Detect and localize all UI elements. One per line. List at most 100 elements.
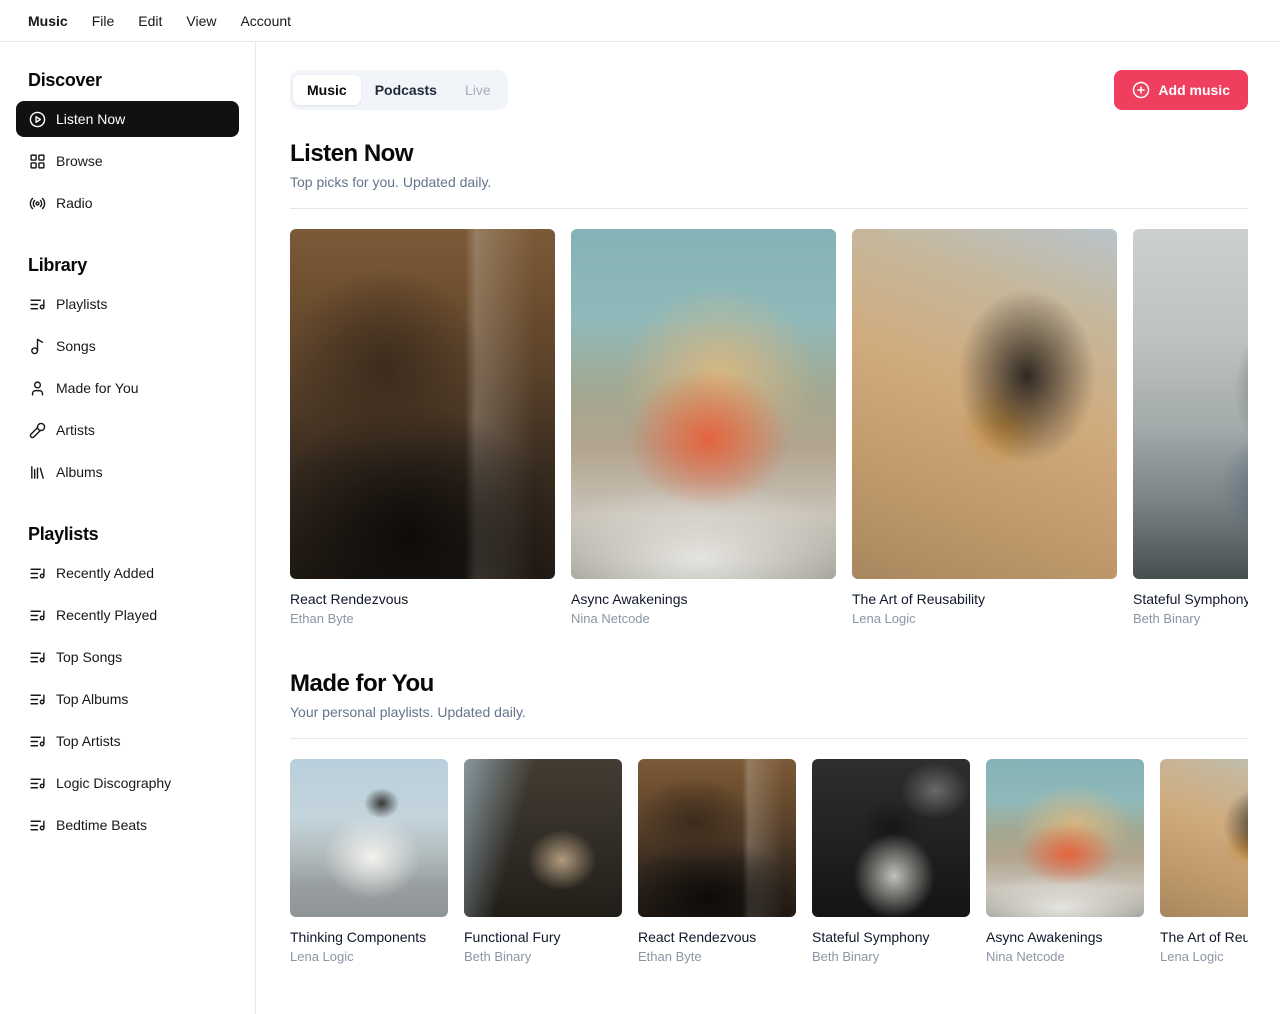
album-cover-the-art-of-reusability[interactable] — [852, 229, 1117, 579]
add-music-label: Add music — [1158, 82, 1230, 98]
album-title: The Art of Reusability — [1160, 929, 1248, 945]
circle-plus-icon — [1132, 81, 1150, 99]
layout-grid-icon — [29, 153, 46, 170]
sidebar-item-label: Top Songs — [56, 649, 122, 665]
menu-item-music[interactable]: Music — [16, 7, 80, 35]
album-cover-react-rendezvous[interactable] — [638, 759, 796, 917]
section-title-made-for-you: Made for You — [290, 670, 1248, 698]
library-icon — [29, 464, 46, 481]
album-artist: Ethan Byte — [290, 611, 555, 626]
menubar: Music File Edit View Account — [0, 0, 1280, 42]
tab-podcasts[interactable]: Podcasts — [361, 75, 451, 105]
album-title: React Rendezvous — [638, 929, 796, 945]
list-music-icon — [29, 733, 46, 750]
album-card: React Rendezvous Ethan Byte — [290, 229, 555, 626]
add-music-button[interactable]: Add music — [1114, 70, 1248, 110]
sidebar-item-albums[interactable]: Albums — [16, 454, 239, 490]
album-artist: Nina Netcode — [571, 611, 836, 626]
menu-item-file[interactable]: File — [80, 7, 127, 35]
sidebar-item-browse[interactable]: Browse — [16, 143, 239, 179]
album-card: Functional Fury Beth Binary — [464, 759, 622, 964]
sidebar-item-label: Playlists — [56, 296, 107, 312]
album-artist: Lena Logic — [290, 949, 448, 964]
album-title: Async Awakenings — [571, 591, 836, 607]
sidebar-item-top-songs[interactable]: Top Songs — [16, 639, 239, 675]
sidebar: Discover Listen Now Browse Radio Library… — [0, 42, 256, 1014]
sidebar-item-recently-played[interactable]: Recently Played — [16, 597, 239, 633]
list-music-icon — [29, 649, 46, 666]
menu-item-edit[interactable]: Edit — [126, 7, 174, 35]
album-artist: Nina Netcode — [986, 949, 1144, 964]
album-artist: Lena Logic — [1160, 949, 1248, 964]
list-music-icon — [29, 565, 46, 582]
album-card: Thinking Components Lena Logic — [290, 759, 448, 964]
album-card: The Art of Reusability Lena Logic — [1160, 759, 1248, 964]
album-card: React Rendezvous Ethan Byte — [638, 759, 796, 964]
menu-item-account[interactable]: Account — [228, 7, 303, 35]
sidebar-item-listen-now[interactable]: Listen Now — [16, 101, 239, 137]
sidebar-item-label: Songs — [56, 338, 96, 354]
sidebar-item-songs[interactable]: Songs — [16, 328, 239, 364]
section-subtitle-listen-now: Top picks for you. Updated daily. — [290, 174, 1248, 190]
list-music-icon — [29, 607, 46, 624]
sidebar-item-label: Artists — [56, 422, 95, 438]
sidebar-item-bedtime-beats[interactable]: Bedtime Beats — [16, 807, 239, 843]
sidebar-item-label: Bedtime Beats — [56, 817, 147, 833]
album-title: Stateful Symphony — [1133, 591, 1248, 607]
album-card: Async Awakenings Nina Netcode — [571, 229, 836, 626]
album-cover-stateful-symphony[interactable] — [812, 759, 970, 917]
sidebar-item-made-for-you[interactable]: Made for You — [16, 370, 239, 406]
play-circle-icon — [29, 111, 46, 128]
album-artist: Beth Binary — [464, 949, 622, 964]
album-title: React Rendezvous — [290, 591, 555, 607]
album-title: The Art of Reusability — [852, 591, 1117, 607]
sidebar-item-recently-added[interactable]: Recently Added — [16, 555, 239, 591]
list-music-icon — [29, 691, 46, 708]
album-title: Stateful Symphony — [812, 929, 970, 945]
album-cover-async-awakenings[interactable] — [571, 229, 836, 579]
album-cover-functional-fury[interactable] — [464, 759, 622, 917]
menu-item-view[interactable]: View — [174, 7, 228, 35]
album-cover-the-art-of-reusability[interactable] — [1160, 759, 1248, 917]
album-title: Functional Fury — [464, 929, 622, 945]
sidebar-item-label: Top Artists — [56, 733, 121, 749]
sidebar-item-label: Radio — [56, 195, 93, 211]
tab-music[interactable]: Music — [293, 75, 361, 105]
sidebar-item-label: Albums — [56, 464, 103, 480]
section-title-listen-now: Listen Now — [290, 140, 1248, 168]
album-title: Async Awakenings — [986, 929, 1144, 945]
sidebar-section-playlists: Playlists — [16, 516, 239, 549]
album-card: Stateful Symphony Beth Binary — [1133, 229, 1248, 626]
sidebar-item-artists[interactable]: Artists — [16, 412, 239, 448]
separator — [290, 208, 1248, 209]
made-for-you-row: Thinking Components Lena Logic Functiona… — [290, 759, 1248, 964]
sidebar-item-logic-discography[interactable]: Logic Discography — [16, 765, 239, 801]
album-artist: Ethan Byte — [638, 949, 796, 964]
list-music-icon — [29, 296, 46, 313]
album-card: The Art of Reusability Lena Logic — [852, 229, 1117, 626]
album-card: Stateful Symphony Beth Binary — [812, 759, 970, 964]
radio-icon — [29, 195, 46, 212]
tab-live[interactable]: Live — [451, 75, 505, 105]
album-cover-async-awakenings[interactable] — [986, 759, 1144, 917]
sidebar-item-label: Browse — [56, 153, 103, 169]
sidebar-section-discover: Discover — [16, 62, 239, 95]
album-title: Thinking Components — [290, 929, 448, 945]
sidebar-item-label: Top Albums — [56, 691, 128, 707]
main-content: Music Podcasts Live Add music Listen Now… — [256, 42, 1280, 1014]
sidebar-section-library: Library — [16, 247, 239, 280]
list-music-icon — [29, 775, 46, 792]
sidebar-item-top-artists[interactable]: Top Artists — [16, 723, 239, 759]
sidebar-item-playlists[interactable]: Playlists — [16, 286, 239, 322]
separator — [290, 738, 1248, 739]
sidebar-item-label: Recently Added — [56, 565, 154, 581]
album-cover-stateful-symphony[interactable] — [1133, 229, 1248, 579]
user-icon — [29, 380, 46, 397]
album-cover-thinking-components[interactable] — [290, 759, 448, 917]
album-cover-react-rendezvous[interactable] — [290, 229, 555, 579]
sidebar-item-radio[interactable]: Radio — [16, 185, 239, 221]
album-card: Async Awakenings Nina Netcode — [986, 759, 1144, 964]
sidebar-item-top-albums[interactable]: Top Albums — [16, 681, 239, 717]
list-music-icon — [29, 817, 46, 834]
sidebar-item-label: Made for You — [56, 380, 139, 396]
